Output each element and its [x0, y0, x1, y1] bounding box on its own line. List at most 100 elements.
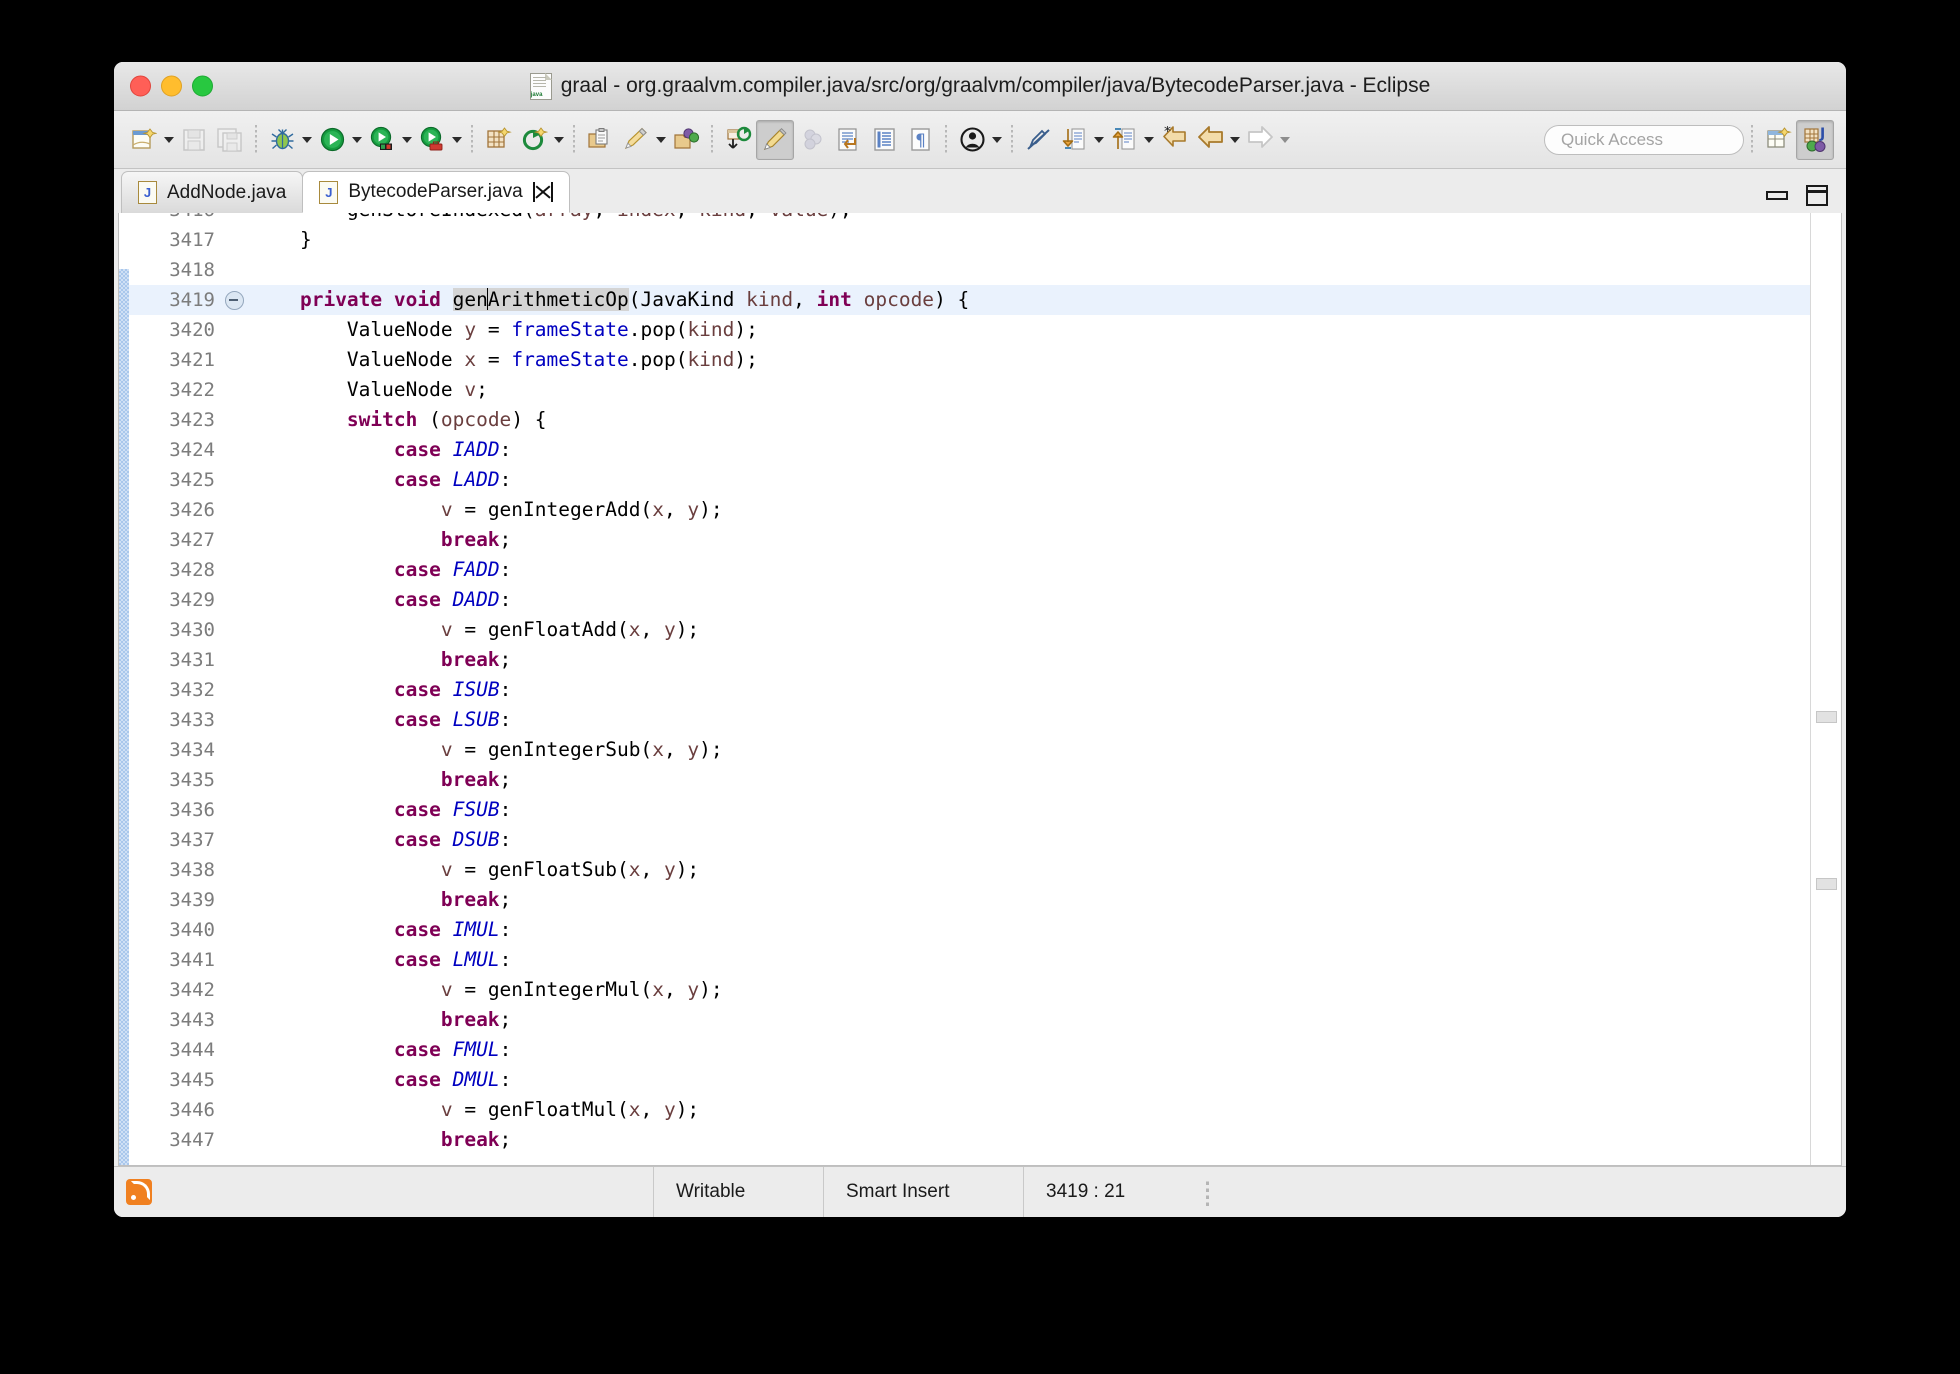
back-button[interactable] [1192, 121, 1228, 159]
run-button[interactable] [314, 121, 350, 159]
overview-ruler[interactable] [1810, 213, 1841, 1165]
code-line[interactable]: 3445 case DMUL: [129, 1065, 1810, 1095]
show-whitespace-button[interactable]: ¶ [902, 121, 938, 159]
close-button[interactable] [130, 75, 151, 97]
search-dropdown[interactable] [654, 121, 668, 159]
next-annotation-nav-dropdown[interactable] [1092, 121, 1106, 159]
new-java-class-button[interactable] [516, 121, 552, 159]
last-edit-location-button[interactable]: * [1156, 121, 1192, 159]
save-all-button[interactable] [212, 121, 248, 159]
code-line[interactable]: 3434 v = genIntegerSub(x, y); [129, 735, 1810, 765]
code-line[interactable]: 3428 case FADD: [129, 555, 1810, 585]
code-line[interactable]: 3438 v = genFloatSub(x, y); [129, 855, 1810, 885]
source-code-area[interactable]: 3416 genStoreIndexed(array, index, kind,… [129, 213, 1810, 1165]
user-button[interactable] [954, 121, 990, 159]
status-notification-cell[interactable] [114, 1167, 654, 1217]
previous-annotation-nav-dropdown[interactable] [1142, 121, 1156, 159]
external-tools-button[interactable] [414, 121, 450, 159]
code-token: value [770, 213, 829, 221]
code-line[interactable]: 3422 ValueNode v; [129, 375, 1810, 405]
code-line[interactable]: 3420 ValueNode y = frameState.pop(kind); [129, 315, 1810, 345]
open-type-button[interactable] [582, 121, 618, 159]
new-wizard-button[interactable] [126, 121, 162, 159]
line-number: 3421 [169, 349, 215, 371]
code-line[interactable]: 3432 case ISUB: [129, 675, 1810, 705]
user-dropdown[interactable] [990, 121, 1004, 159]
new-java-project-button[interactable] [480, 121, 516, 159]
open-perspective-button[interactable] [1760, 121, 1796, 159]
fold-gutter[interactable] [221, 290, 247, 310]
code-line[interactable]: 3421 ValueNode x = frameState.pop(kind); [129, 345, 1810, 375]
save-button[interactable] [176, 121, 212, 159]
rss-feed-icon[interactable] [126, 1179, 152, 1205]
run-dropdown[interactable] [350, 121, 364, 159]
quick-access-input[interactable]: Quick Access [1544, 124, 1744, 155]
code-token: case [393, 1038, 441, 1061]
line-number: 3427 [169, 529, 215, 551]
java-source-icon [138, 181, 157, 204]
toggle-block-selection-button[interactable] [866, 121, 902, 159]
code-line[interactable]: 3416 genStoreIndexed(array, index, kind,… [129, 213, 1810, 225]
code-line[interactable]: 3431 break; [129, 645, 1810, 675]
code-line[interactable]: 3443 break; [129, 1005, 1810, 1035]
java-perspective-button[interactable]: J [1796, 119, 1834, 160]
forward-button[interactable] [1242, 121, 1278, 159]
code-line[interactable]: 3417 } [129, 225, 1810, 255]
code-line[interactable]: 3423 switch (opcode) { [129, 405, 1810, 435]
hide-annotations-button[interactable] [1020, 121, 1056, 159]
code-line[interactable]: 3435 break; [129, 765, 1810, 795]
code-line[interactable]: 3440 case IMUL: [129, 915, 1810, 945]
back-dropdown[interactable] [1228, 121, 1242, 159]
code-line[interactable]: 3425 case LADD: [129, 465, 1810, 495]
toggle-mark-occurrences-button[interactable] [756, 119, 794, 160]
next-annotation-button[interactable] [830, 121, 866, 159]
code-line[interactable]: 3442 v = genIntegerMul(x, y); [129, 975, 1810, 1005]
code-line[interactable]: 3444 case FMUL: [129, 1035, 1810, 1065]
code-line[interactable]: 3424 case IADD: [129, 435, 1810, 465]
code-line[interactable]: 3447 break; [129, 1125, 1810, 1155]
refresh-build-button[interactable] [720, 121, 756, 159]
code-token: case [393, 438, 441, 461]
code-line[interactable]: 3430 v = genFloatAdd(x, y); [129, 615, 1810, 645]
new-wizard-dropdown[interactable] [162, 121, 176, 159]
code-line[interactable]: 3429 case DADD: [129, 585, 1810, 615]
code-line[interactable]: 3427 break; [129, 525, 1810, 555]
editor-tab-addnode[interactable]: AddNode.java [121, 171, 304, 213]
minimize-button[interactable] [161, 75, 182, 97]
code-line[interactable]: 3446 v = genFloatMul(x, y); [129, 1095, 1810, 1125]
forward-dropdown[interactable] [1278, 121, 1292, 159]
code-line[interactable]: 3441 case LMUL: [129, 945, 1810, 975]
debug-button[interactable] [264, 121, 300, 159]
overview-marker[interactable] [1816, 711, 1837, 723]
code-line[interactable]: 3419 private void genArithmeticOp(JavaKi… [129, 285, 1810, 315]
code-token: ) { [934, 288, 970, 311]
collapse-fold-icon[interactable] [224, 290, 244, 310]
previous-annotation-nav-button[interactable] [1106, 121, 1142, 159]
editor-tab-bytecodeparser[interactable]: BytecodeParser.java [302, 171, 570, 213]
maximize-icon[interactable] [1806, 185, 1828, 206]
debug-dropdown[interactable] [300, 121, 314, 159]
zoom-button[interactable] [192, 75, 213, 97]
run-external-tools-button[interactable] [364, 121, 400, 159]
search-button[interactable] [618, 121, 654, 159]
overview-marker[interactable] [1816, 878, 1837, 890]
next-annotation-nav-button[interactable] [1056, 121, 1092, 159]
external-tools-dropdown[interactable] [450, 121, 464, 159]
minimize-icon[interactable] [1766, 191, 1788, 200]
code-line[interactable]: 3426 v = genIntegerAdd(x, y); [129, 495, 1810, 525]
line-number: 3424 [169, 439, 215, 461]
code-line[interactable]: 3439 break; [129, 885, 1810, 915]
run-external-tools-dropdown[interactable] [400, 121, 414, 159]
code-line[interactable]: 3433 case LSUB: [129, 705, 1810, 735]
code-line[interactable]: 3437 case DSUB: [129, 825, 1810, 855]
code-line[interactable]: 3436 case FSUB: [129, 795, 1810, 825]
close-icon[interactable] [532, 182, 553, 202]
new-java-class-dropdown[interactable] [552, 121, 566, 159]
svg-text:*: * [1164, 126, 1171, 140]
code-line[interactable]: 3418 [129, 255, 1810, 285]
skip-breakpoints-button[interactable] [794, 121, 830, 159]
open-task-button[interactable] [668, 121, 704, 159]
